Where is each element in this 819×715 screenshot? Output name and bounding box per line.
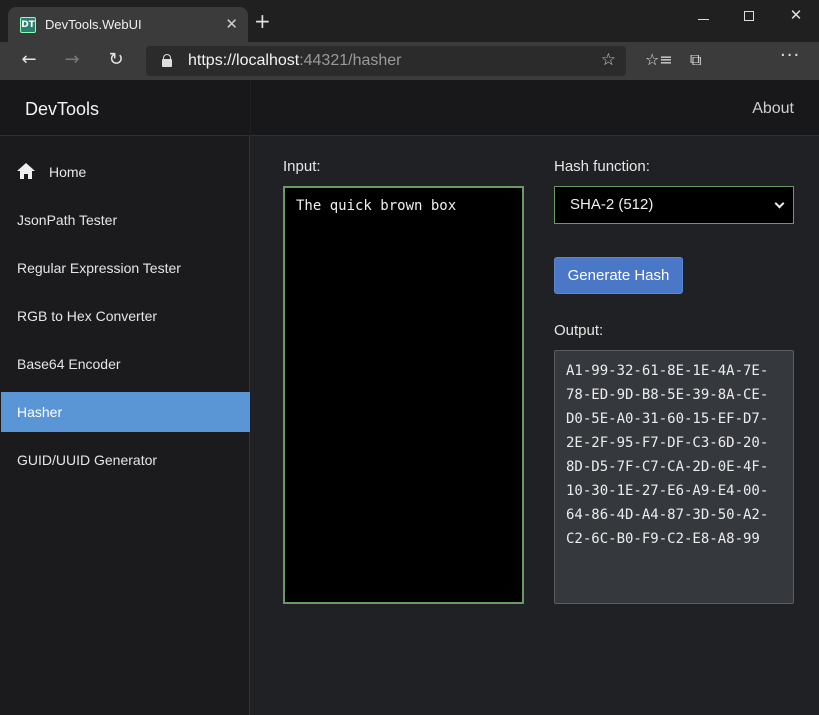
about-link[interactable]: About: [752, 100, 794, 118]
sidebar-item-jsonpath-tester[interactable]: JsonPath Tester: [1, 200, 250, 240]
sidebar-item-label: Base64 Encoder: [17, 356, 121, 372]
sidebar-item-label: Home: [49, 164, 87, 180]
output-textarea[interactable]: A1-99-32-61-8E-1E-4A-7E- 78-ED-9D-B8-5E-…: [554, 350, 794, 604]
sidebar-item-rgb-to-hex[interactable]: RGB to Hex Converter: [1, 296, 250, 336]
sidebar-item-label: Hasher: [17, 404, 63, 420]
sidebar-item-regex-tester[interactable]: Regular Expression Tester: [1, 248, 250, 288]
browser-titlebar: DT DevTools.WebUI ✕ + ✕: [0, 0, 819, 42]
minimize-button[interactable]: [680, 6, 726, 28]
collections-icon[interactable]: ⧉: [690, 50, 701, 70]
minimize-icon: [697, 19, 709, 20]
sidebar-item-base64-encoder[interactable]: Base64 Encoder: [1, 344, 250, 384]
generate-hash-button[interactable]: Generate Hash: [554, 257, 683, 294]
chevron-down-icon: [774, 198, 785, 209]
main-content: About Input: The quick brown box Hash fu…: [251, 80, 819, 715]
brand-bar: DevTools: [0, 80, 250, 136]
home-icon: [17, 163, 35, 179]
sidebar-item-label: Regular Expression Tester: [17, 260, 181, 276]
lock-icon: [162, 54, 172, 67]
browser-navbar: ← → ↻ https://localhost:44321/hasher ☆ ☆…: [0, 42, 819, 80]
output-label: Output:: [554, 322, 604, 339]
tab-title: DevTools.WebUI: [45, 17, 142, 32]
sidebar-item-home[interactable]: Home: [1, 152, 250, 192]
hash-function-label: Hash function:: [554, 158, 650, 175]
input-textarea[interactable]: The quick brown box: [283, 186, 524, 604]
maximize-icon: [744, 11, 754, 21]
input-label: Input:: [283, 158, 321, 175]
forward-arrow-icon[interactable]: →: [60, 49, 84, 73]
back-arrow-icon[interactable]: ←: [17, 49, 41, 73]
hash-function-value: SHA-2 (512): [570, 196, 654, 213]
more-menu-icon[interactable]: ···: [780, 45, 800, 66]
app: DevTools Home JsonPath Tester Regular Ex…: [0, 80, 819, 715]
address-bar[interactable]: https://localhost:44321/hasher ☆: [146, 46, 626, 76]
tab-close-icon[interactable]: ✕: [225, 15, 238, 33]
brand-link[interactable]: DevTools: [25, 99, 99, 120]
url-path: :44321/hasher: [299, 52, 402, 69]
favorites-list-icon[interactable]: ☆≡: [645, 50, 673, 69]
url-text[interactable]: https://localhost:44321/hasher: [188, 52, 402, 70]
sidebar-item-label: GUID/UUID Generator: [17, 452, 158, 468]
new-tab-icon[interactable]: +: [254, 11, 271, 31]
refresh-icon[interactable]: ↻: [104, 49, 128, 73]
top-bar: About: [251, 80, 819, 136]
sidebar-item-hasher[interactable]: Hasher: [1, 392, 250, 432]
favorite-star-icon[interactable]: ☆: [601, 50, 616, 70]
sidebar-item-guid-generator[interactable]: GUID/UUID Generator: [1, 440, 250, 480]
hash-function-select[interactable]: SHA-2 (512): [554, 186, 794, 224]
maximize-button[interactable]: [726, 6, 772, 28]
favicon-icon: DT: [20, 17, 36, 33]
url-host: localhost: [236, 52, 300, 69]
sidebar-item-label: JsonPath Tester: [17, 212, 118, 228]
browser-tab[interactable]: DT DevTools.WebUI ✕: [8, 7, 248, 42]
sidebar: DevTools Home JsonPath Tester Regular Ex…: [0, 80, 250, 715]
sidebar-item-label: RGB to Hex Converter: [17, 308, 158, 324]
window-close-button[interactable]: ✕: [773, 6, 819, 28]
url-scheme: https://: [188, 52, 237, 69]
